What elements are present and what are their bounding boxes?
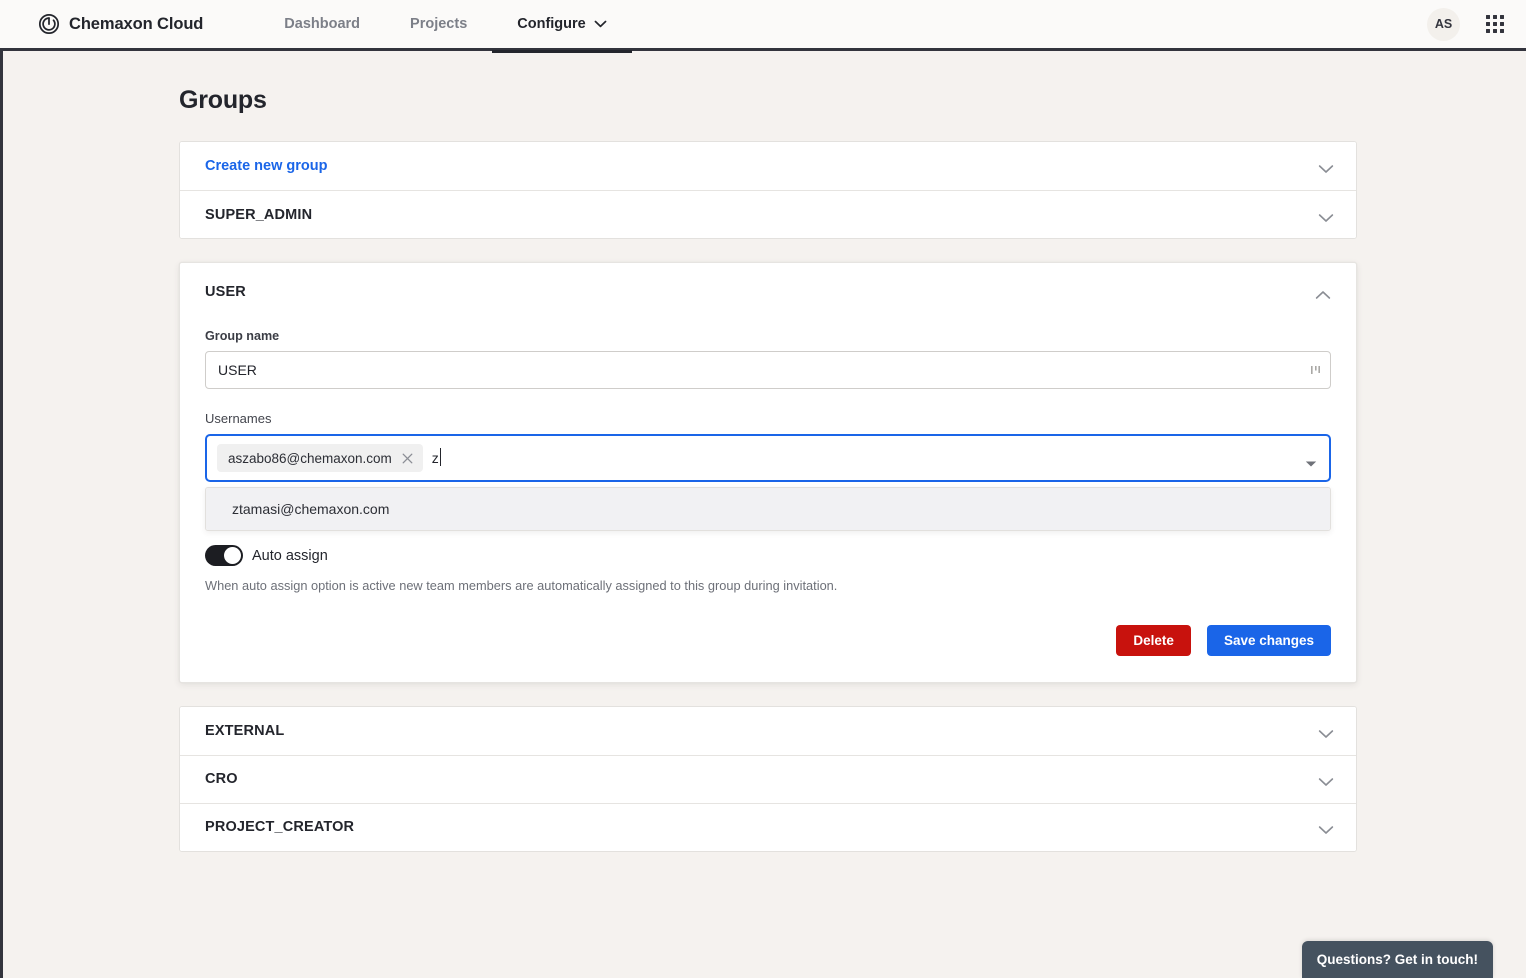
tab-dashboard[interactable]: Dashboard <box>259 0 385 50</box>
group-name-label: Group name <box>205 329 1331 343</box>
chat-widget-button[interactable]: Questions? Get in touch! <box>1302 941 1493 978</box>
group-panel-user: USER Group name USER <box>179 262 1357 683</box>
group-name-field: Group name USER <box>205 329 1331 389</box>
accordion-row-cro[interactable]: CRO <box>180 755 1356 803</box>
chevron-down-icon[interactable] <box>1318 726 1334 736</box>
bottom-rows-card: EXTERNAL CRO <box>179 706 1357 852</box>
nav-tabs: Dashboard Projects Configure <box>259 0 631 50</box>
usernames-typed-text: z <box>432 450 439 466</box>
group-panel-user-header[interactable]: USER <box>205 263 1331 321</box>
accordion-row-project-creator[interactable]: PROJECT_CREATOR <box>180 803 1356 851</box>
accordion-row-external[interactable]: EXTERNAL <box>180 707 1356 755</box>
group-name-value: USER <box>218 362 257 378</box>
suggestion-item-label: ztamasi@chemaxon.com <box>232 501 389 517</box>
avatar[interactable]: AS <box>1427 8 1460 41</box>
auto-assign-hint: When auto assign option is active new te… <box>205 577 1331 595</box>
group-name-input[interactable]: USER <box>205 351 1331 389</box>
avatar-initials: AS <box>1435 17 1452 31</box>
groups-accordion: Create new group SUPER_ADMIN <box>179 141 1357 852</box>
chevron-down-icon[interactable] <box>1318 210 1334 220</box>
resize-handle-icon[interactable] <box>1309 364 1322 377</box>
toggle-knob <box>224 547 241 564</box>
external-label: EXTERNAL <box>205 723 284 739</box>
chevron-up-icon[interactable] <box>1315 287 1331 297</box>
cro-label: CRO <box>205 771 238 787</box>
app-window: Chemaxon Cloud Dashboard Projects Config… <box>0 0 1526 978</box>
brand[interactable]: Chemaxon Cloud <box>38 13 203 35</box>
group-panel-user-title: USER <box>205 284 246 300</box>
usernames-label: Usernames <box>205 411 1331 426</box>
username-chip: aszabo86@chemaxon.com <box>217 444 423 472</box>
top-navigation-bar: Chemaxon Cloud Dashboard Projects Config… <box>0 0 1526 51</box>
accordion-row-super-admin[interactable]: SUPER_ADMIN <box>180 190 1356 238</box>
chevron-down-icon <box>594 20 607 28</box>
chat-widget-label: Questions? Get in touch! <box>1317 952 1478 967</box>
tab-dashboard-label: Dashboard <box>284 16 360 32</box>
usernames-suggestions-dropdown: ztamasi@chemaxon.com <box>205 487 1331 531</box>
accordion-row-create-new-group[interactable]: Create new group <box>180 142 1356 190</box>
content-area: Groups Create new group SUPER_ADMIN <box>3 51 1526 852</box>
top-rows-card: Create new group SUPER_ADMIN <box>179 141 1357 239</box>
panel-actions: Delete Save changes <box>205 625 1331 656</box>
save-changes-button[interactable]: Save changes <box>1207 625 1331 656</box>
create-new-group-label: Create new group <box>205 158 327 174</box>
page-body: Groups Create new group SUPER_ADMIN <box>0 51 1526 978</box>
tab-configure[interactable]: Configure <box>492 0 631 50</box>
auto-assign-row: Auto assign <box>205 545 1331 566</box>
nav-right-actions: AS <box>1427 8 1504 41</box>
close-icon[interactable] <box>401 452 414 465</box>
delete-button[interactable]: Delete <box>1116 625 1191 656</box>
auto-assign-toggle[interactable] <box>205 545 243 566</box>
project-creator-label: PROJECT_CREATOR <box>205 819 354 835</box>
chevron-down-icon[interactable] <box>1318 161 1334 171</box>
username-chip-label: aszabo86@chemaxon.com <box>228 451 392 466</box>
tab-projects[interactable]: Projects <box>385 0 492 50</box>
tab-configure-label: Configure <box>517 16 585 32</box>
chevron-down-icon[interactable] <box>1318 774 1334 784</box>
brand-name: Chemaxon Cloud <box>69 15 203 34</box>
usernames-field: Usernames aszabo86@chemaxon.com z <box>205 411 1331 531</box>
super-admin-label: SUPER_ADMIN <box>205 207 312 223</box>
page-title: Groups <box>179 86 1526 115</box>
apps-grid-icon[interactable] <box>1486 15 1504 33</box>
suggestion-item[interactable]: ztamasi@chemaxon.com <box>206 488 1330 530</box>
power-circle-logo-icon <box>38 13 60 35</box>
caret-down-icon[interactable] <box>1305 455 1317 462</box>
tab-projects-label: Projects <box>410 16 467 32</box>
auto-assign-label: Auto assign <box>252 548 328 564</box>
chevron-down-icon[interactable] <box>1318 822 1334 832</box>
usernames-input[interactable]: aszabo86@chemaxon.com z <box>205 434 1331 482</box>
